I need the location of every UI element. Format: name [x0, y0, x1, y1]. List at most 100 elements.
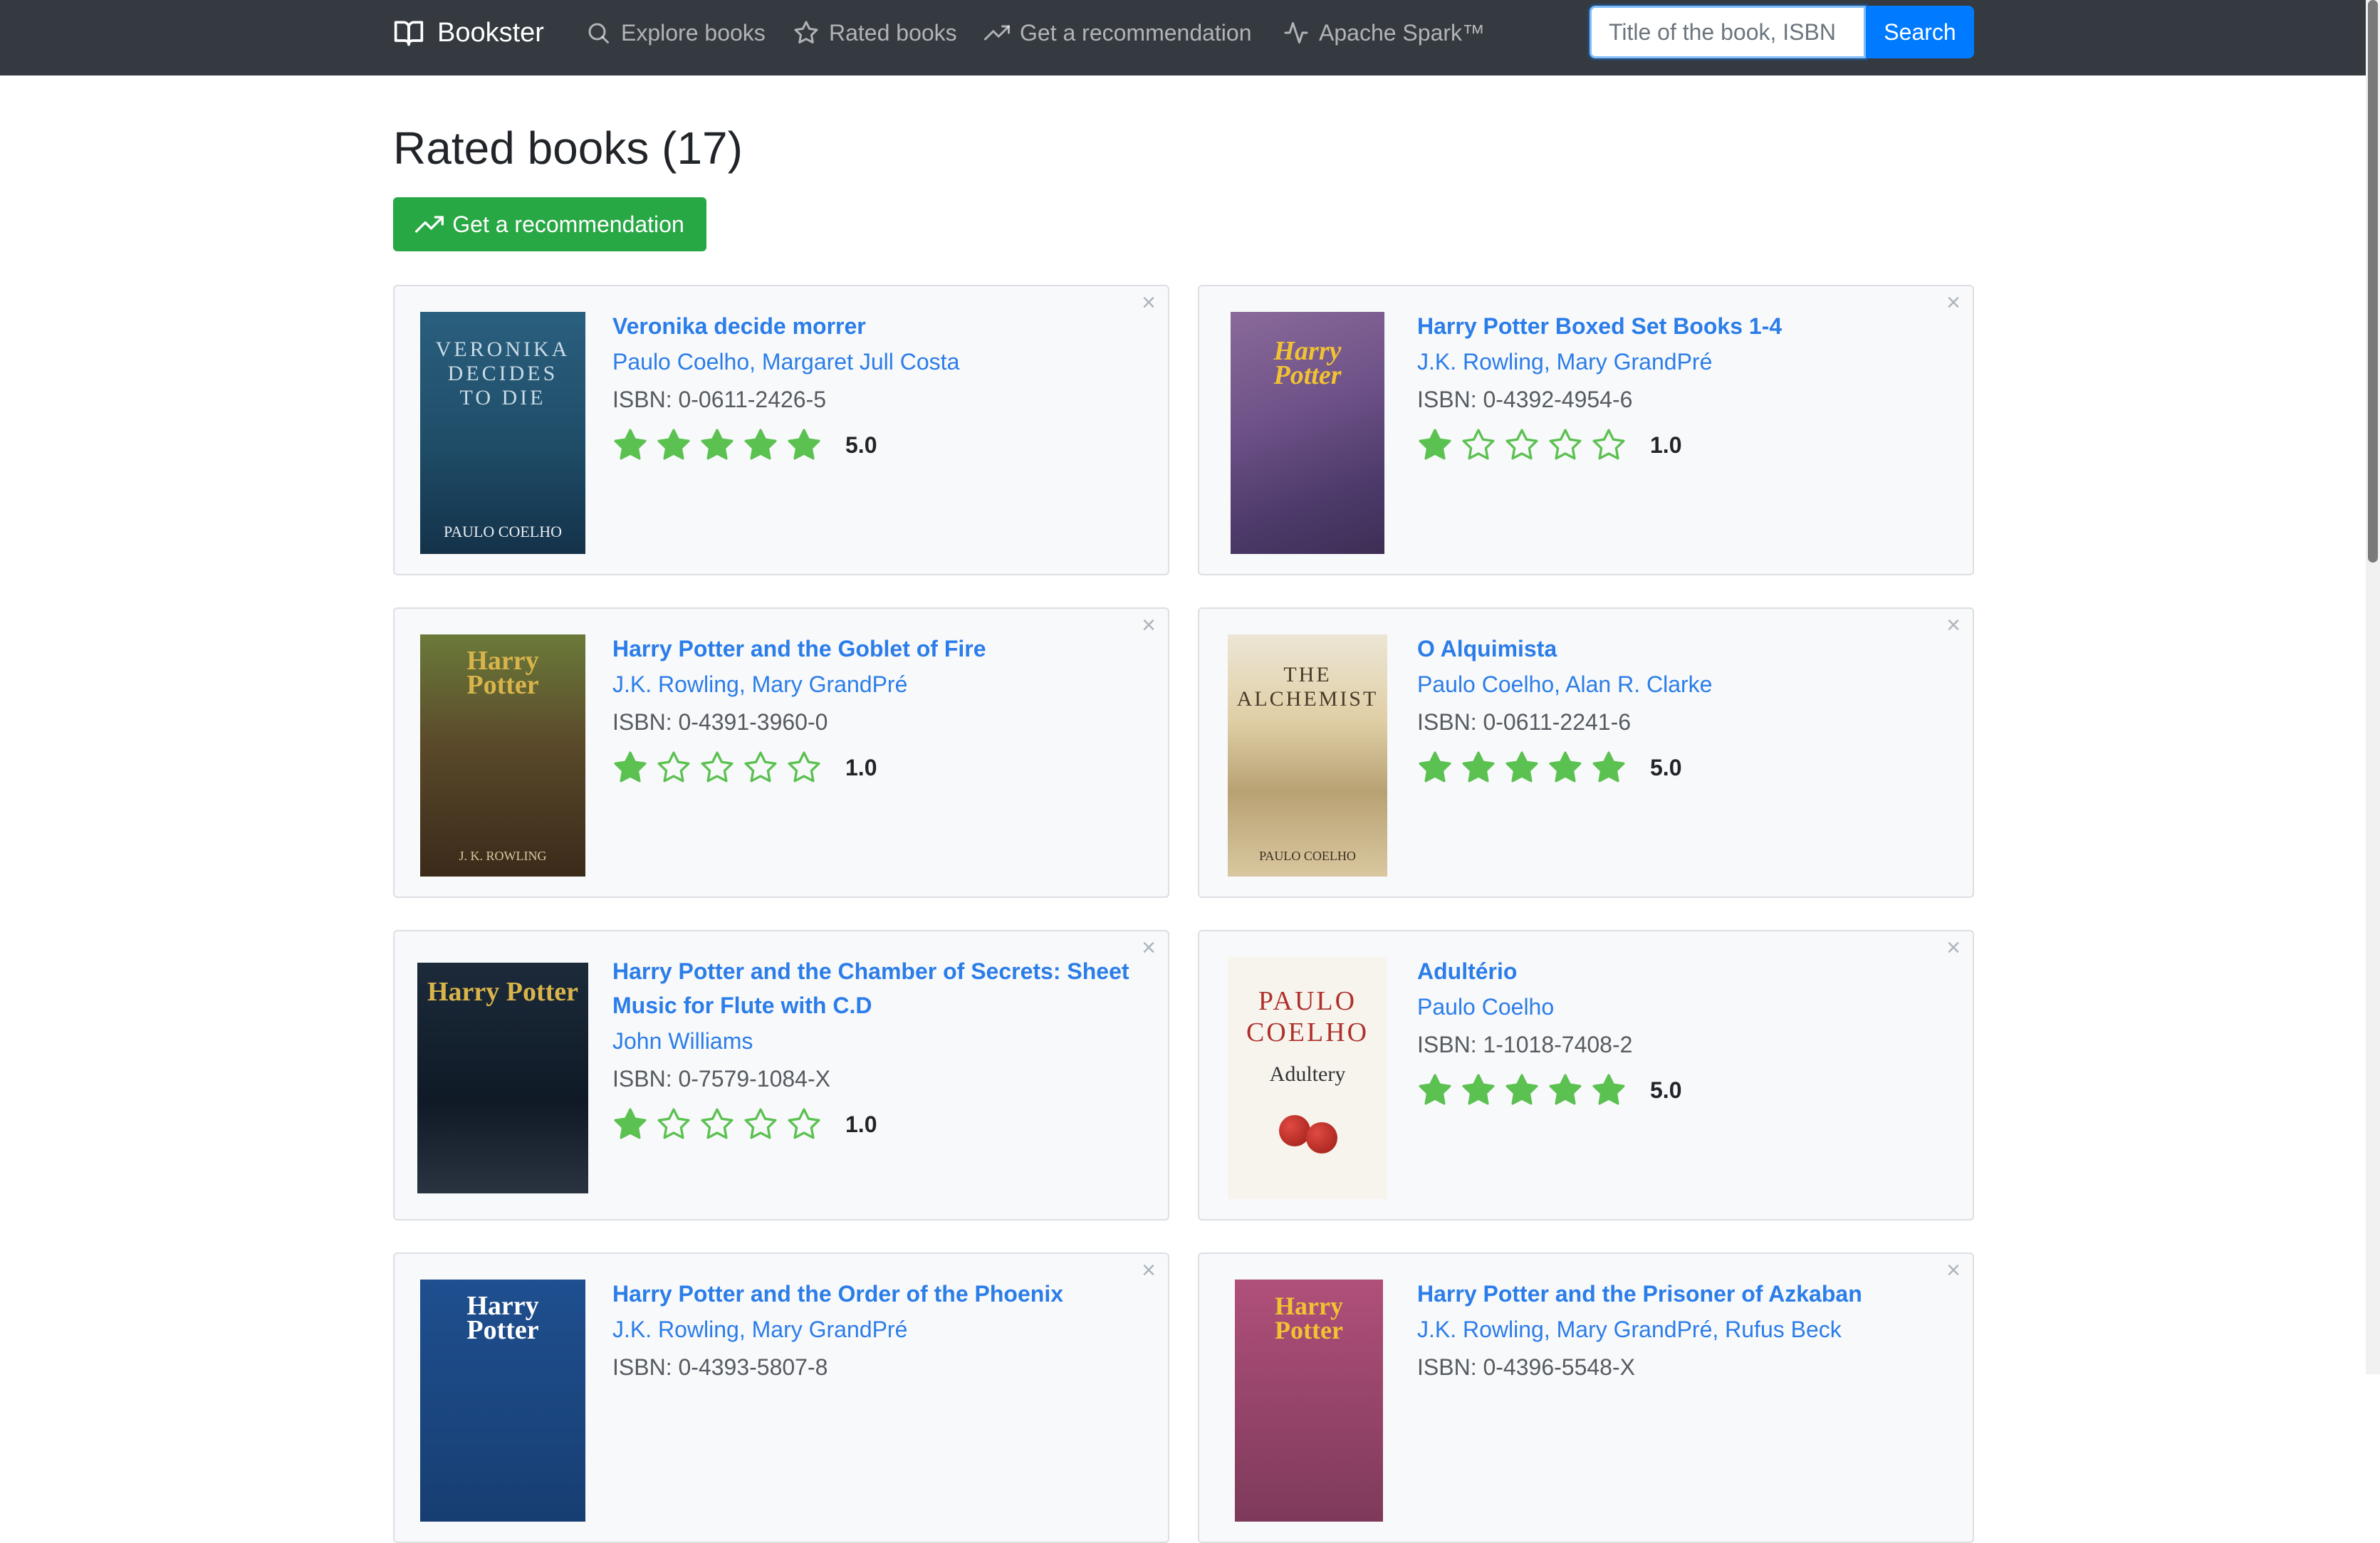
star-filled-icon[interactable] — [1504, 750, 1540, 785]
navbar: Bookster Explore books Rated books Get a… — [0, 0, 2380, 75]
star-filled-icon[interactable] — [1591, 1072, 1627, 1108]
search-button[interactable]: Search — [1866, 6, 1974, 58]
scrollbar-thumb[interactable] — [2368, 0, 2378, 563]
star-empty-icon[interactable] — [1591, 427, 1627, 463]
cover-title-text: Harry Potter — [1275, 1292, 1343, 1344]
star-filled-icon[interactable] — [612, 1107, 648, 1142]
star-empty-icon[interactable] — [656, 1107, 691, 1142]
star-empty-icon[interactable] — [1461, 427, 1496, 463]
book-open-icon — [394, 21, 424, 46]
star-empty-icon[interactable] — [1504, 427, 1540, 463]
star-filled-icon[interactable] — [656, 427, 691, 463]
star-empty-icon[interactable] — [743, 750, 778, 785]
close-icon[interactable]: × — [1138, 291, 1159, 315]
star-filled-icon[interactable] — [612, 427, 648, 463]
book-authors-link[interactable]: Paulo Coelho, Margaret Jull Costa — [612, 343, 1139, 380]
book-title-link[interactable]: O Alquimista — [1417, 632, 1944, 666]
brand-link[interactable]: Bookster — [393, 0, 544, 66]
search-input[interactable] — [1590, 6, 1866, 58]
book-authors-link[interactable]: Paulo Coelho, Alan R. Clarke — [1417, 666, 1944, 703]
star-empty-icon[interactable] — [743, 1107, 778, 1142]
trending-up-icon — [984, 25, 1010, 41]
search-icon — [588, 23, 609, 43]
get-recommendation-button[interactable]: Get a recommendation — [393, 197, 706, 251]
nav-rated-books[interactable]: Rated books — [793, 0, 957, 66]
book-info: Harry Potter and the Order of the Phoeni… — [612, 1277, 1139, 1386]
rating-stars[interactable]: 5.0 — [1417, 1072, 1944, 1108]
star-empty-icon[interactable] — [1547, 427, 1583, 463]
book-title-link[interactable]: Harry Potter and the Order of the Phoeni… — [612, 1277, 1139, 1311]
star-filled-icon[interactable] — [1504, 1072, 1540, 1108]
book-card: Harry Potter Harry Potter and the Chambe… — [393, 930, 1169, 1220]
rating-stars[interactable]: 5.0 — [612, 427, 1139, 463]
nav-apache-spark-label: Apache Spark™ — [1319, 19, 1486, 46]
book-cover-image[interactable]: PAULO COELHO Adultery — [1228, 957, 1387, 1199]
book-card: PAULO COELHO Adultery Adultério Paulo Co… — [1198, 930, 1974, 1220]
book-cover-image[interactable]: Harry Potter — [420, 1280, 585, 1522]
cherry-illustration — [1279, 1115, 1310, 1146]
book-title-link[interactable]: Harry Potter and the Chamber of Secrets:… — [612, 954, 1139, 1022]
star-filled-icon[interactable] — [1417, 750, 1453, 785]
star-filled-icon[interactable] — [743, 427, 778, 463]
star-empty-icon[interactable] — [699, 750, 735, 785]
star-filled-icon[interactable] — [1417, 1072, 1453, 1108]
book-cover-image[interactable]: VERONIKA DECIDES TO DIE PAULO COELHO — [420, 312, 585, 554]
book-authors-link[interactable]: J.K. Rowling, Mary GrandPré, Rufus Beck — [1417, 1311, 1944, 1348]
book-authors-link[interactable]: J.K. Rowling, Mary GrandPré — [1417, 343, 1944, 380]
book-title-link[interactable]: Harry Potter Boxed Set Books 1-4 — [1417, 309, 1944, 343]
book-cover-image[interactable]: Harry Potter — [1231, 312, 1384, 554]
nav-get-recommendation[interactable]: Get a recommendation — [984, 0, 1252, 66]
close-icon[interactable]: × — [1138, 613, 1159, 637]
rating-value: 1.0 — [845, 754, 877, 780]
star-empty-icon[interactable] — [699, 1107, 735, 1142]
close-icon[interactable]: × — [1138, 1258, 1159, 1282]
star-filled-icon[interactable] — [1417, 427, 1453, 463]
book-title-link[interactable]: Harry Potter and the Prisoner of Azkaban — [1417, 1277, 1944, 1311]
star-filled-icon[interactable] — [612, 750, 648, 785]
book-authors-link[interactable]: Paulo Coelho — [1417, 988, 1944, 1025]
nav-explore-books[interactable]: Explore books — [585, 0, 766, 66]
rating-stars[interactable]: 1.0 — [612, 750, 1139, 785]
book-cover-image[interactable]: Harry Potter — [1235, 1280, 1383, 1522]
close-icon[interactable]: × — [1943, 936, 1964, 960]
star-filled-icon[interactable] — [786, 427, 822, 463]
nav-rated-books-label: Rated books — [829, 19, 957, 46]
star-filled-icon[interactable] — [1591, 750, 1627, 785]
book-isbn: ISBN: 0-4393-5807-8 — [612, 1354, 828, 1380]
star-filled-icon[interactable] — [1547, 750, 1583, 785]
book-info: Harry Potter and the Chamber of Secrets:… — [612, 954, 1139, 1142]
close-icon[interactable]: × — [1943, 613, 1964, 637]
book-info: Adultério Paulo Coelho ISBN: 1-1018-7408… — [1417, 954, 1944, 1108]
star-empty-icon[interactable] — [786, 1107, 822, 1142]
book-card: THE ALCHEMIST PAULO COELHO O Alquimista … — [1198, 607, 1974, 898]
rating-value: 1.0 — [845, 1111, 877, 1137]
star-filled-icon[interactable] — [1461, 1072, 1496, 1108]
book-info: Veronika decide morrer Paulo Coelho, Mar… — [612, 309, 1139, 463]
book-authors-link[interactable]: J.K. Rowling, Mary GrandPré — [612, 1311, 1139, 1348]
rating-stars[interactable]: 5.0 — [1417, 750, 1944, 785]
book-authors-link[interactable]: J.K. Rowling, Mary GrandPré — [612, 666, 1139, 703]
book-cover-image[interactable]: THE ALCHEMIST PAULO COELHO — [1228, 634, 1387, 877]
rated-books-grid: VERONIKA DECIDES TO DIE PAULO COELHO Ver… — [393, 285, 1974, 1543]
book-isbn: ISBN: 0-4392-4954-6 — [1417, 387, 1633, 412]
book-cover-image[interactable]: Harry Potter — [417, 963, 588, 1193]
scrollbar-track[interactable] — [2366, 0, 2380, 1374]
book-authors-link[interactable]: John Williams — [612, 1022, 1139, 1060]
rating-stars[interactable]: 1.0 — [612, 1107, 1139, 1142]
nav-explore-books-label: Explore books — [621, 19, 766, 46]
book-title-link[interactable]: Adultério — [1417, 954, 1944, 988]
star-filled-icon[interactable] — [1547, 1072, 1583, 1108]
star-filled-icon[interactable] — [699, 427, 735, 463]
book-isbn: ISBN: 0-4396-5548-X — [1417, 1354, 1635, 1380]
book-title-link[interactable]: Veronika decide morrer — [612, 309, 1139, 343]
close-icon[interactable]: × — [1943, 291, 1964, 315]
nav-apache-spark[interactable]: Apache Spark™ — [1283, 0, 1485, 66]
close-icon[interactable]: × — [1138, 936, 1159, 960]
star-filled-icon[interactable] — [1461, 750, 1496, 785]
rating-stars[interactable]: 1.0 — [1417, 427, 1944, 463]
star-empty-icon[interactable] — [656, 750, 691, 785]
star-empty-icon[interactable] — [786, 750, 822, 785]
book-title-link[interactable]: Harry Potter and the Goblet of Fire — [612, 632, 1139, 666]
book-cover-image[interactable]: Harry Potter J. K. ROWLING — [420, 634, 585, 877]
close-icon[interactable]: × — [1943, 1258, 1964, 1282]
